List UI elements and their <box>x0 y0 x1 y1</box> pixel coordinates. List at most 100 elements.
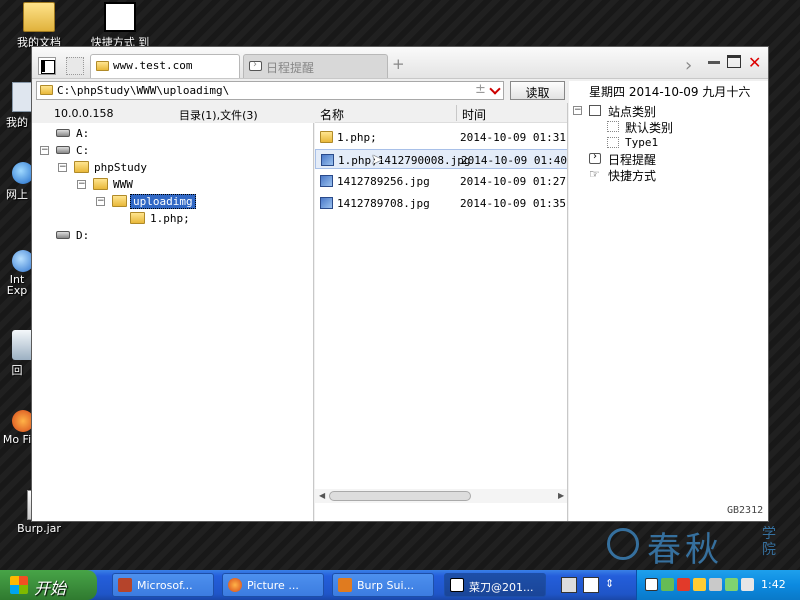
taskbar-item-label: Burp Sui... <box>357 579 415 592</box>
tree-node-label: WWW <box>113 178 133 191</box>
vmware-tray-icon[interactable] <box>709 578 722 591</box>
help-icon[interactable] <box>583 577 599 593</box>
window-tray-icon[interactable] <box>645 578 658 591</box>
desktop-icon-label: Mo Fi <box>2 433 32 445</box>
watermark-text: 春秋 <box>647 530 723 570</box>
host-ip: 10.0.0.158 <box>54 107 114 120</box>
taskbar-item-label: Microsof... <box>137 579 193 592</box>
maximize-button[interactable] <box>727 55 741 68</box>
image-file-icon <box>321 154 334 166</box>
windows-logo-icon <box>10 576 28 594</box>
tree-node-label: A: <box>76 127 90 140</box>
column-header-time[interactable]: 时间 <box>462 106 486 123</box>
desktop-icon-my-computer[interactable]: 我的 <box>0 82 34 130</box>
file-row[interactable]: 1412789256.jpg 2014-10-09 01:27:3 <box>315 171 567 191</box>
horizontal-scrollbar[interactable]: ◀ ▶ <box>315 489 567 503</box>
tree-node-label: 1.php; <box>150 212 190 225</box>
burp-icon <box>338 578 352 592</box>
collapse-toggle[interactable]: − <box>77 180 86 189</box>
desktop-icon-internet-explorer[interactable]: Int Exp <box>0 250 34 296</box>
drive-icon <box>56 129 70 137</box>
folder-icon <box>130 212 145 224</box>
start-button[interactable]: 开始 <box>0 570 97 600</box>
system-tray: 1:42 <box>636 570 800 600</box>
add-tab-button[interactable]: + <box>392 57 405 72</box>
collapse-toggle[interactable]: − <box>58 163 67 172</box>
tab-schedule[interactable]: 日程提醒 <box>243 54 388 78</box>
scroll-left-icon[interactable]: ◀ <box>319 491 325 500</box>
taskbar-item-microsoft[interactable]: Microsof... <box>112 573 214 597</box>
minimize-button[interactable] <box>708 61 720 64</box>
read-button[interactable]: 读取 <box>510 81 565 100</box>
speaker-tray-icon[interactable] <box>741 578 754 591</box>
desktop-icon-label: 我的 <box>6 116 28 129</box>
collapse-toggle[interactable]: − <box>40 146 49 155</box>
file-name: 1.php; <box>337 131 377 144</box>
window-icon <box>450 578 464 592</box>
folder-icon <box>96 61 109 71</box>
my-documents-icon <box>23 2 55 32</box>
desktop-icon-network[interactable]: 网上 <box>0 162 34 202</box>
watermark-subtext: 学院 <box>762 526 776 558</box>
folder-icon <box>93 178 108 190</box>
column-header-name[interactable]: 名称 <box>320 106 344 123</box>
image-file-icon <box>320 175 333 187</box>
watermark-logo-icon <box>607 528 639 560</box>
chevron-right-icon[interactable]: › <box>685 55 692 76</box>
file-row[interactable]: 1.php;1412790008.jpg 2014-10-09 01:40:0 … <box>315 149 567 169</box>
folder-icon <box>74 161 89 173</box>
taskbar-item-burp[interactable]: Burp Sui... <box>332 573 434 597</box>
security-tray-icon[interactable] <box>693 578 706 591</box>
chevron-down-icon[interactable] <box>489 83 501 95</box>
desktop-icon-label: Int Exp <box>6 273 28 296</box>
chevron-icon[interactable]: ⇕ <box>605 577 621 593</box>
desktop-icon-label: 网上 <box>6 188 28 201</box>
arrow-tray-icon[interactable] <box>725 578 738 591</box>
desktop-icon-shortcut[interactable]: 快捷方式 到 <box>90 2 150 50</box>
file-time: 2014-10-09 01:31:2 <box>460 131 568 144</box>
start-label: 开始 <box>34 579 67 598</box>
scroll-right-icon[interactable]: ▶ <box>558 491 564 500</box>
image-file-icon <box>320 197 333 209</box>
path-input[interactable]: C:\phpStudy\WWW\uploadimg\ ± <box>36 81 504 100</box>
taskbar-item-picture[interactable]: Picture ... <box>222 573 324 597</box>
close-button[interactable]: ✕ <box>748 53 761 72</box>
shield-tray-icon[interactable] <box>677 578 690 591</box>
date-display: 星期四 2014-10-09 九月十六 <box>589 85 751 99</box>
taskbar-item-label: Picture ... <box>247 579 299 592</box>
taskbar-item-caidao[interactable]: 菜刀@201... <box>444 573 546 597</box>
tab-site[interactable]: www.test.com <box>90 54 240 78</box>
tree-node-label: D: <box>76 229 90 242</box>
desktop-icon-my-documents[interactable]: 我的文档 <box>9 2 69 50</box>
column-divider[interactable] <box>456 105 457 121</box>
collapse-toggle[interactable]: − <box>96 197 105 206</box>
file-row[interactable]: 1412789708.jpg 2014-10-09 01:35:0 <box>315 193 567 213</box>
drive-icon <box>56 146 70 154</box>
desktop-icon-recycle-bin[interactable]: 回 <box>0 330 34 378</box>
tab-label: 日程提醒 <box>266 61 315 75</box>
keyboard-icon[interactable] <box>561 577 577 593</box>
clock[interactable]: 1:42 <box>761 578 786 591</box>
hand-icon: ☞ <box>589 167 600 181</box>
folder-icon <box>40 85 53 95</box>
network-tray-icon[interactable] <box>661 578 674 591</box>
plus-minus-icon[interactable]: ± <box>475 82 486 97</box>
desktop-icon-label: Burp.jar <box>17 522 61 535</box>
file-name: 1412789256.jpg <box>337 175 430 188</box>
home-tab-button[interactable] <box>66 57 84 75</box>
site-category-icon <box>589 105 601 116</box>
toggle-panel-button[interactable] <box>38 57 56 75</box>
file-name: 1.php;1412790008.jpg <box>338 154 471 167</box>
shortcut-icon <box>104 2 136 32</box>
tree-node-label: Type1 <box>625 136 659 149</box>
collapse-toggle[interactable]: − <box>573 106 582 115</box>
scroll-thumb[interactable] <box>329 491 471 501</box>
category-icon <box>607 121 619 132</box>
desktop-icon-firefox[interactable]: Mo Fi <box>0 410 34 445</box>
folder-open-icon <box>112 195 127 207</box>
caidao-window: www.test.com 日程提醒 + › ✕ C:\phpStudy\WWW\… <box>31 46 769 522</box>
tree-node-label: 站点类别 <box>608 105 657 119</box>
encoding-label[interactable]: GB2312 <box>727 505 763 516</box>
file-row[interactable]: 1.php; 2014-10-09 01:31:2 <box>315 127 568 147</box>
schedule-icon <box>589 151 601 164</box>
